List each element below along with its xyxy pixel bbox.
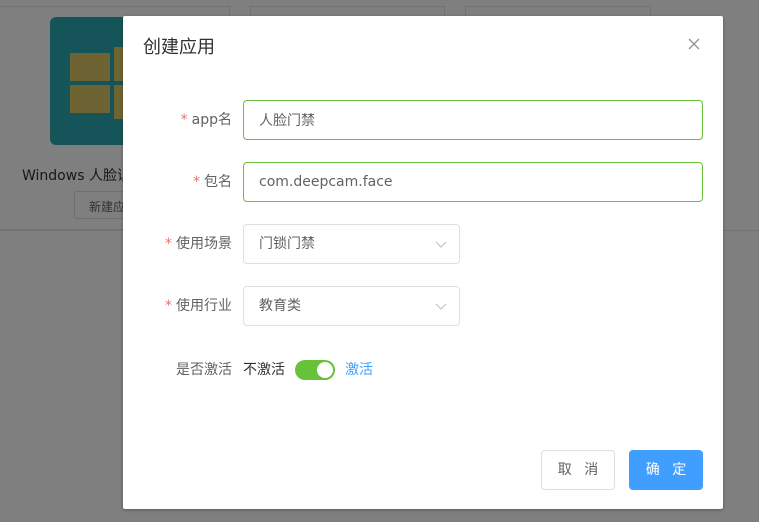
required-mark: * xyxy=(165,298,172,314)
package-name-label: * 包名 xyxy=(193,174,232,190)
create-app-dialog: 创建应用 *app名 *包名 *使用场景 门锁门禁 *使用行业 教育类 xyxy=(123,16,723,509)
scenario-label: * 使用场景 xyxy=(165,236,232,252)
dialog-title: 创建应用 xyxy=(143,37,215,58)
package-name-input[interactable] xyxy=(243,162,703,202)
form-item-scenario: * 使用场景 门锁门禁 xyxy=(123,224,723,264)
activate-switch[interactable] xyxy=(295,360,335,380)
scenario-select[interactable]: 门锁门禁 xyxy=(243,224,460,264)
required-mark: * xyxy=(193,174,200,190)
activate-label: 是否激活 xyxy=(176,362,232,378)
switch-active-text[interactable]: 激活 xyxy=(345,350,373,390)
confirm-button[interactable]: 确 定 xyxy=(629,450,703,490)
form-item-industry: * 使用行业 教育类 xyxy=(123,286,723,326)
chevron-down-icon xyxy=(435,241,447,248)
switch-knob xyxy=(317,362,333,378)
chevron-down-icon xyxy=(435,303,447,310)
scenario-select-value: 门锁门禁 xyxy=(259,236,315,252)
close-icon[interactable] xyxy=(686,36,702,52)
cancel-button[interactable]: 取 消 xyxy=(541,450,615,490)
industry-select[interactable]: 教育类 xyxy=(243,286,460,326)
industry-label: * 使用行业 xyxy=(165,298,232,314)
app-name-input[interactable] xyxy=(243,100,703,140)
required-mark: * xyxy=(165,236,172,252)
app-name-label: * app名 xyxy=(180,112,232,128)
required-mark: * xyxy=(180,112,188,128)
form-item-package-name: * 包名 xyxy=(123,162,723,202)
form-item-app-name: * app名 xyxy=(123,100,723,140)
industry-select-value: 教育类 xyxy=(259,298,301,314)
switch-inactive-text[interactable]: 不激活 xyxy=(243,350,285,390)
form-item-activate: 是否激活 不激活 激活 xyxy=(123,350,723,390)
